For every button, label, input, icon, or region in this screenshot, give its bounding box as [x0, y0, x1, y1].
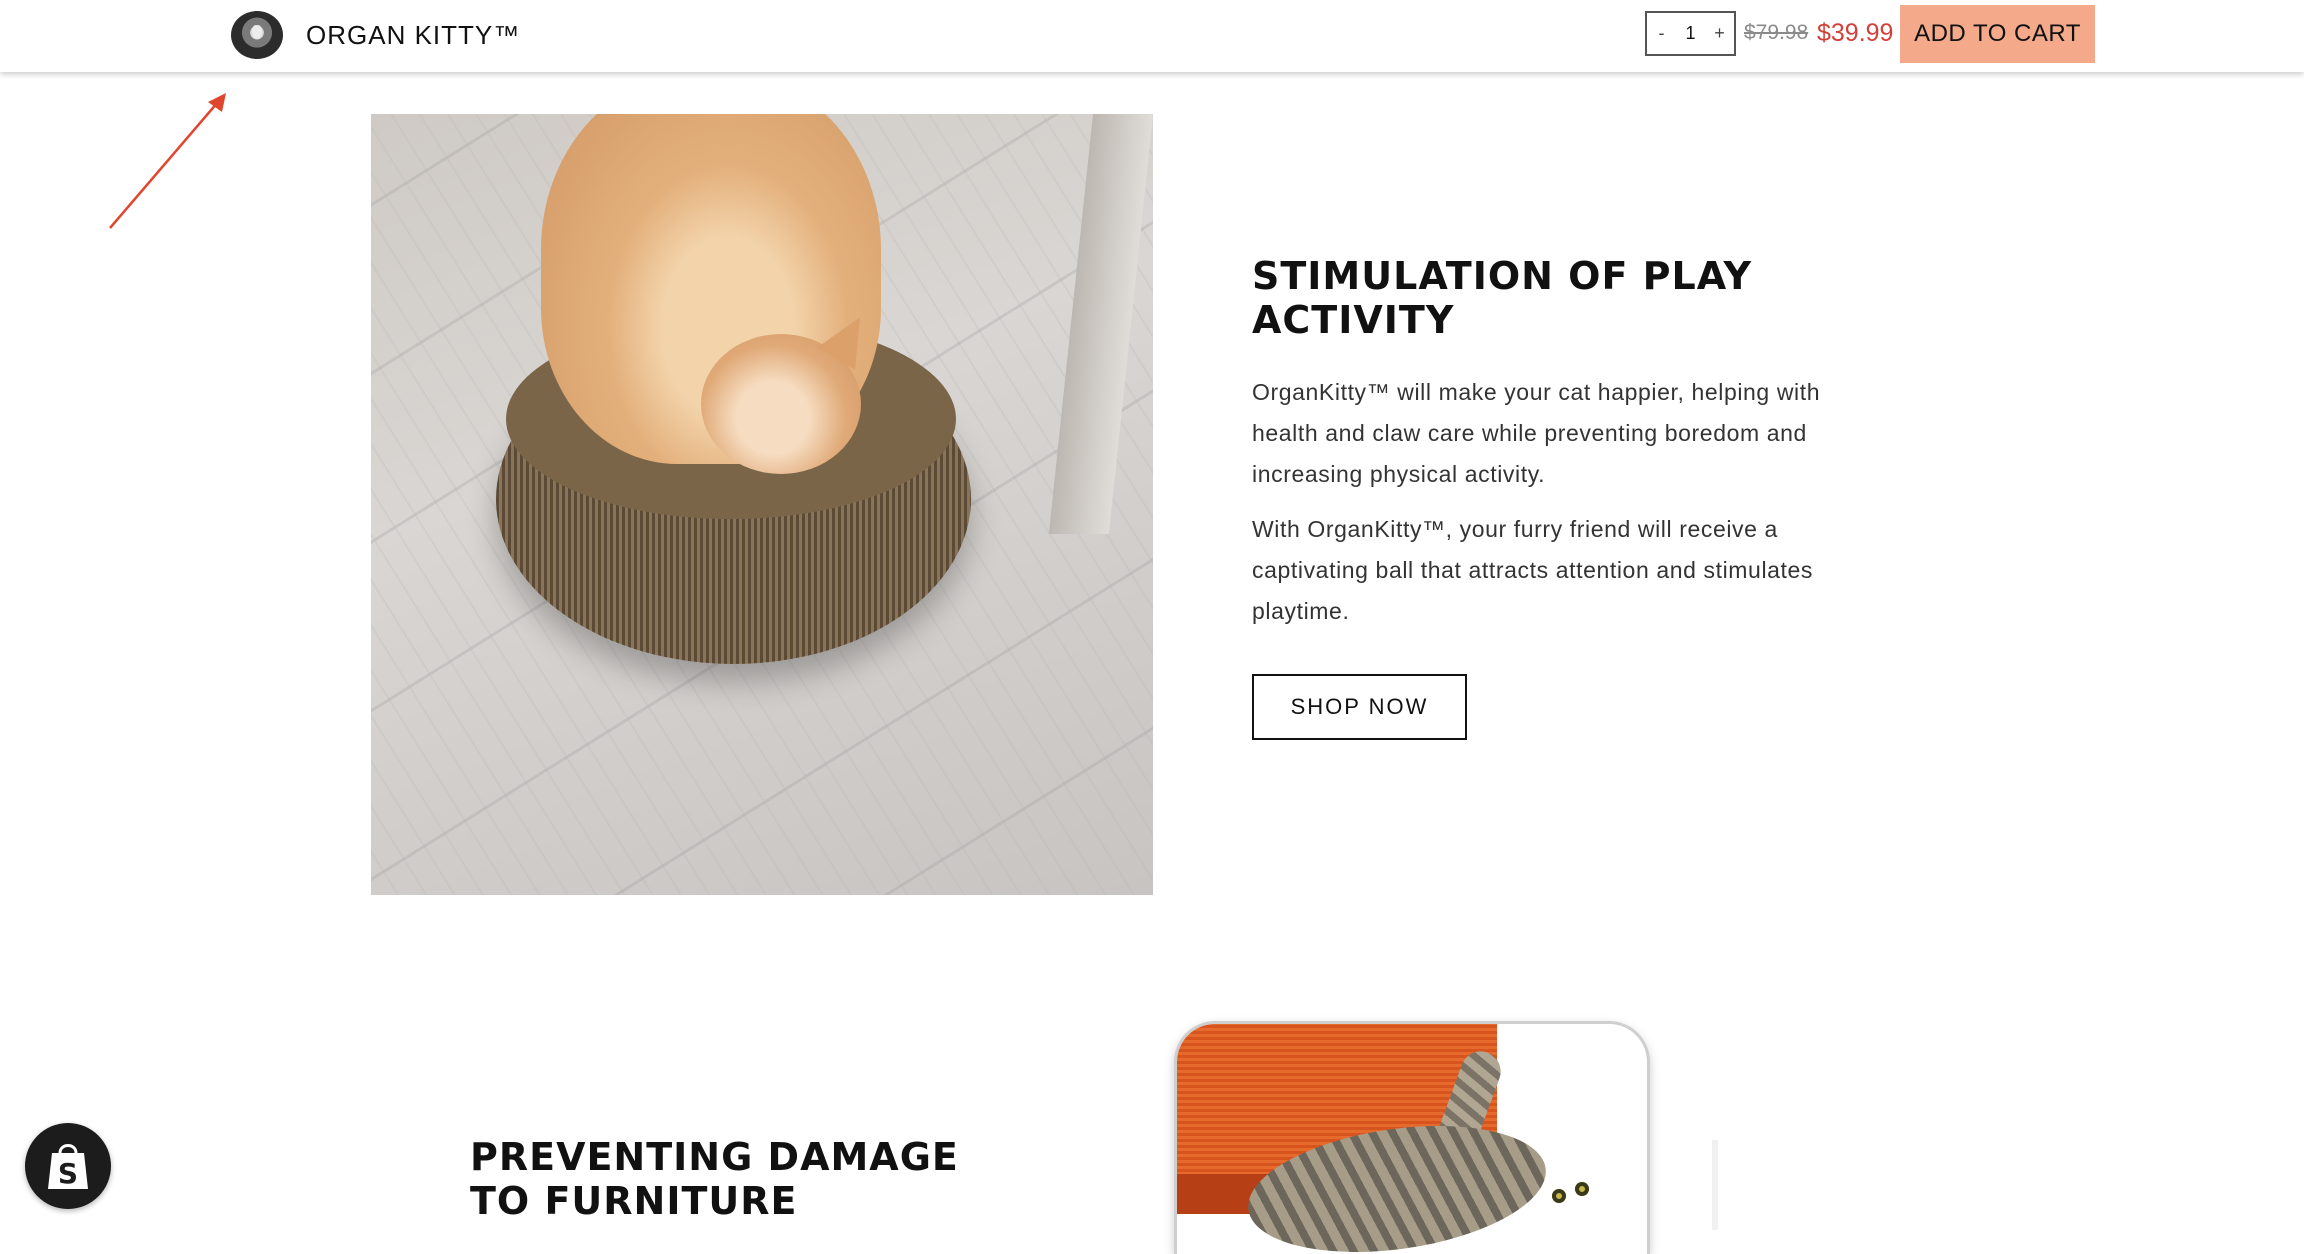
shop-now-button[interactable]: SHOP NOW [1252, 674, 1467, 740]
section-heading-play: STIMULATION OF PLAY ACTIVITY [1252, 254, 1753, 342]
svg-text:S: S [58, 1157, 78, 1190]
original-price: $79.98 [1744, 21, 1809, 44]
quantity-decrease-button[interactable]: - [1647, 23, 1676, 44]
brand-name[interactable]: ORGAN KITTY™ [306, 20, 520, 51]
sticky-header: ORGAN KITTY™ - 1 + $79.98 $39.99 ADD TO … [0, 0, 2304, 72]
quantity-increase-button[interactable]: + [1705, 23, 1734, 44]
add-to-cart-button[interactable]: ADD TO CART [1900, 5, 2095, 63]
next-slide-edge [1712, 1140, 1718, 1230]
section-heading-furniture: PREVENTING DAMAGE TO FURNITURE [470, 1135, 959, 1223]
brand-logo-icon[interactable] [231, 11, 283, 59]
section-paragraph-2: With OrganKitty™, your furry friend will… [1252, 516, 1814, 624]
quantity-stepper: - 1 + [1645, 11, 1736, 56]
section-paragraph-1: OrganKitty™ will make your cat happier, … [1252, 379, 1821, 487]
annotation-arrow-icon [109, 93, 226, 229]
cat-scratching-sofa-image [1177, 1024, 1647, 1254]
shopify-bag-icon[interactable]: S [25, 1123, 111, 1209]
quantity-value[interactable]: 1 [1676, 23, 1705, 44]
sale-price: $39.99 [1817, 19, 1894, 47]
cat-on-scratcher-image [371, 114, 1153, 895]
